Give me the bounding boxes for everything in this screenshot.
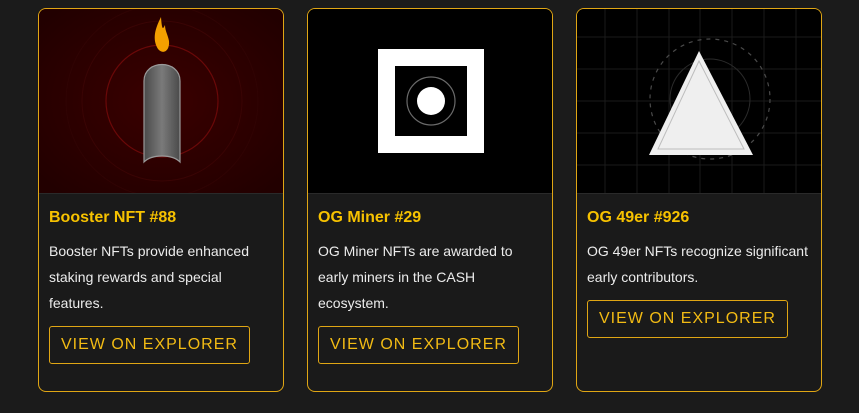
nft-image-og-49er [577, 9, 821, 194]
view-on-explorer-button[interactable]: VIEW ON EXPLORER [49, 326, 250, 364]
triangle-icon [577, 9, 821, 193]
square-target-icon [308, 9, 552, 193]
nft-title: Booster NFT #88 [49, 209, 177, 226]
nft-card-booster: Booster NFT #88 Booster NFTs provide enh… [38, 8, 284, 392]
booster-flame-icon [39, 9, 283, 193]
nft-description: Booster NFTs provide enhanced staking re… [49, 243, 249, 311]
nft-title: OG Miner #29 [318, 209, 422, 226]
nft-image-og-miner [308, 9, 552, 194]
view-on-explorer-button[interactable]: VIEW ON EXPLORER [318, 326, 519, 364]
nft-image-booster [39, 9, 283, 194]
nft-gallery: Booster NFT #88 Booster NFTs provide enh… [0, 0, 859, 413]
nft-card-og-miner: OG Miner #29 OG Miner NFTs are awarded t… [307, 8, 553, 392]
view-on-explorer-button[interactable]: VIEW ON EXPLORER [587, 300, 788, 338]
nft-title: OG 49er #926 [587, 209, 690, 226]
nft-description: OG 49er NFTs recognize significant early… [587, 243, 808, 285]
nft-description: OG Miner NFTs are awarded to early miner… [318, 243, 513, 311]
nft-card-og-49er: OG 49er #926 OG 49er NFTs recognize sign… [576, 8, 822, 392]
